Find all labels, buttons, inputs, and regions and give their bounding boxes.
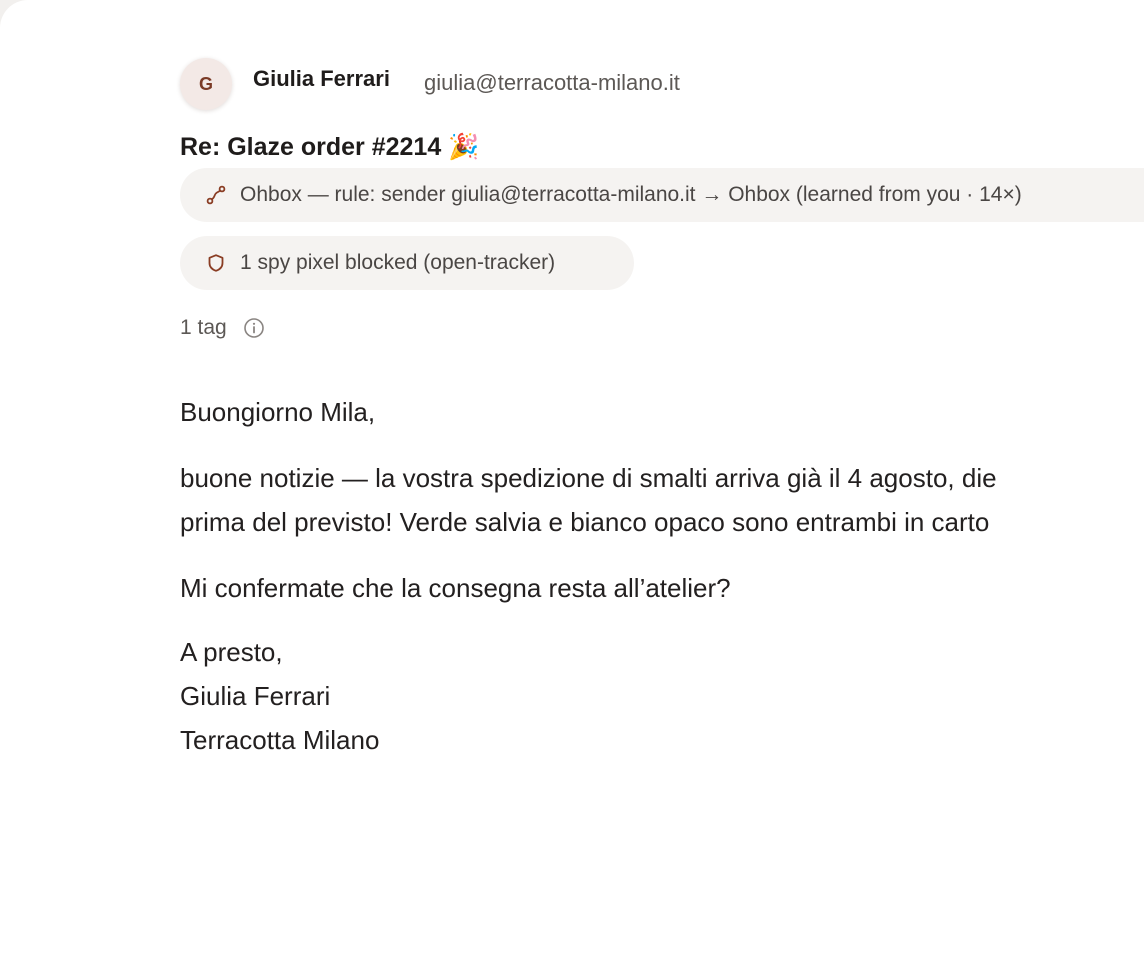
message-paragraph: buone notizie — la vostra spedizione di … xyxy=(180,456,997,544)
avatar-initial: G xyxy=(198,73,213,94)
sender-name[interactable]: Giulia Ferrari xyxy=(253,66,390,92)
tracker-blocked-chip[interactable]: 1 spy pixel blocked (open-tracker) xyxy=(180,236,634,290)
paragraph-line: prima del previsto! Verde salvia e bianc… xyxy=(180,507,990,537)
message-subject: Re: Glaze order #2214 🎉 xyxy=(180,133,480,161)
message-greeting: Buongiorno Mila, xyxy=(180,390,375,434)
message-reader-pane: G Giulia Ferrari giulia@terracotta-milan… xyxy=(0,0,1144,960)
closing-line: A presto, xyxy=(180,637,283,667)
shield-icon xyxy=(206,253,226,273)
greeting-line: Buongiorno Mila, xyxy=(180,397,376,427)
info-icon[interactable] xyxy=(243,317,265,339)
tag-count[interactable]: 1 tag xyxy=(180,316,227,340)
paragraph-line: Mi confermate che la consegna resta all’… xyxy=(180,573,731,603)
sender-email[interactable]: giulia@terracotta-milano.it xyxy=(424,70,680,96)
paragraph-line: buone notizie — la vostra spedizione di … xyxy=(180,463,997,493)
sender-avatar[interactable]: G xyxy=(180,58,232,110)
routing-rule-chip[interactable]: Ohbox — rule: sender giulia@terracotta-m… xyxy=(180,168,1144,222)
message-signature: A presto, Giulia Ferrari Terracotta Mila… xyxy=(180,630,379,762)
tracker-blocked-text: 1 spy pixel blocked (open-tracker) xyxy=(240,251,556,274)
signature-name: Giulia Ferrari xyxy=(180,681,331,711)
tags-row: 1 tag xyxy=(180,316,265,340)
signature-company: Terracotta Milano xyxy=(180,725,380,755)
message-paragraph: Mi confermate che la consegna resta all’… xyxy=(180,566,731,610)
routing-rule-text: Ohbox — rule: sender giulia@terracotta-m… xyxy=(240,183,1022,206)
route-icon xyxy=(206,185,226,205)
